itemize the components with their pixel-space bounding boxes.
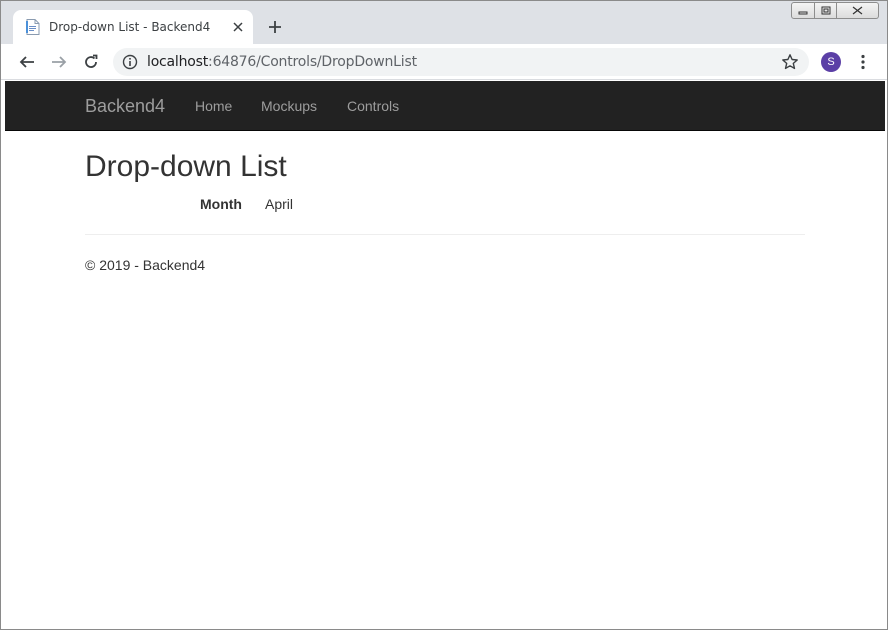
tab-title: Drop-down List - Backend4 — [49, 20, 211, 34]
browser-window: Drop-down List - Backend4 localhost:6487… — [0, 0, 888, 630]
forward-arrow-icon[interactable] — [47, 50, 71, 74]
nav-link-home[interactable]: Home — [195, 98, 232, 114]
url-host: localhost — [147, 54, 209, 70]
url-text[interactable]: localhost:64876/Controls/DropDownList — [147, 54, 417, 70]
footer-copyright: © 2019 - Backend4 — [85, 257, 206, 273]
close-window-icon[interactable] — [837, 2, 879, 19]
tab-strip: Drop-down List - Backend4 — [1, 1, 887, 44]
browser-toolbar: localhost:64876/Controls/DropDownList S — [1, 44, 887, 80]
new-tab-plus-icon[interactable] — [263, 15, 287, 39]
page-favicon-icon — [26, 19, 40, 35]
profile-avatar[interactable]: S — [821, 52, 841, 72]
month-value: April — [265, 196, 294, 212]
tab-close-icon[interactable] — [229, 18, 247, 36]
minimize-window-icon[interactable] — [791, 2, 815, 19]
bookmark-star-icon[interactable] — [781, 53, 799, 71]
site-info-icon[interactable] — [122, 54, 138, 70]
address-bar[interactable]: localhost:64876/Controls/DropDownList — [113, 48, 809, 76]
page-title: Drop-down List — [85, 150, 287, 183]
site-navbar: Backend4 Home Mockups Controls — [5, 81, 885, 131]
url-path: :64876/Controls/DropDownList — [208, 54, 417, 70]
nav-link-mockups[interactable]: Mockups — [261, 98, 317, 114]
window-controls — [791, 2, 881, 19]
nav-link-controls[interactable]: Controls — [347, 98, 399, 114]
month-label: Month — [200, 196, 242, 212]
navbar-brand[interactable]: Backend4 — [85, 96, 165, 117]
more-menu-icon[interactable] — [853, 52, 873, 72]
restore-window-icon[interactable] — [815, 2, 837, 19]
footer-divider — [85, 234, 805, 235]
reload-icon[interactable] — [79, 50, 103, 74]
back-arrow-icon[interactable] — [15, 50, 39, 74]
browser-tab[interactable]: Drop-down List - Backend4 — [13, 10, 253, 44]
